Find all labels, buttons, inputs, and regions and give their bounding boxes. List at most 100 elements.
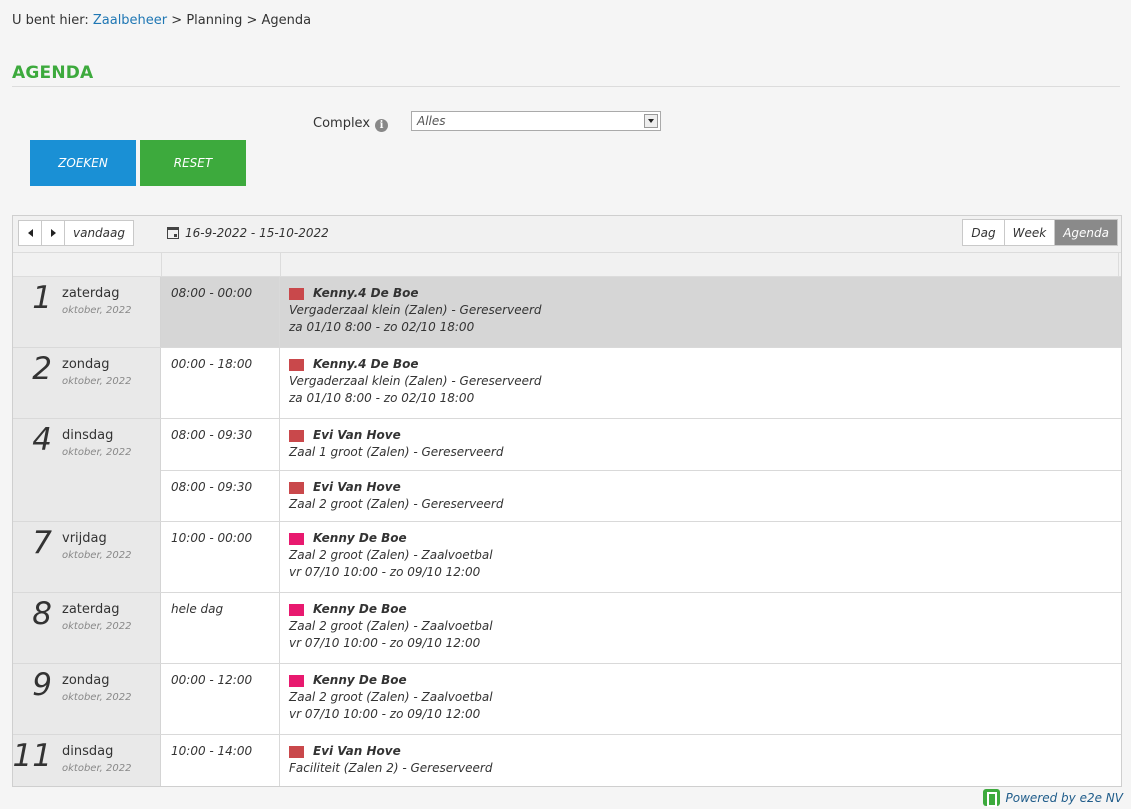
calendar-icon: [167, 227, 179, 239]
day-cell: 4 dinsdag oktober, 2022: [13, 419, 161, 521]
event-title[interactable]: Kenny De Boe: [313, 672, 407, 689]
event-title-row: Evi Van Hove: [289, 743, 492, 760]
event-title[interactable]: Kenny.4 De Boe: [313, 356, 418, 373]
event-time: 08:00 - 00:00: [161, 277, 280, 347]
complex-select[interactable]: Alles: [411, 111, 661, 131]
agenda-event[interactable]: 00:00 - 18:00 Kenny.4 De Boe Vergaderzaal …: [161, 348, 1121, 418]
event-range: vr 07/10 10:00 - zo 09/10 12:00: [289, 565, 481, 579]
title-divider: [12, 86, 1120, 87]
agenda-event[interactable]: 08:00 - 00:00 Kenny.4 De Boe Vergaderzaal …: [161, 277, 1121, 347]
agenda-event[interactable]: 10:00 - 14:00 Evi Van Hove Faciliteit (Zal…: [161, 735, 1121, 786]
breadcrumb-link-zaalbeheer[interactable]: Zaalbeheer: [93, 13, 167, 28]
info-icon[interactable]: i: [375, 119, 389, 132]
chevron-down-icon[interactable]: [644, 114, 658, 128]
view-day-button[interactable]: Dag: [963, 220, 1004, 245]
day-number: 9: [32, 667, 52, 703]
event-title-row: Kenny.4 De Boe: [289, 356, 542, 373]
event-time: 10:00 - 00:00: [161, 522, 280, 592]
event-title[interactable]: Kenny De Boe: [313, 530, 407, 547]
arrow-right-icon: [50, 229, 56, 237]
agenda-event[interactable]: 00:00 - 12:00 Kenny De Boe Zaal 2 groot (Z…: [161, 664, 1121, 734]
event-description: Zaal 2 groot (Zalen) - Gereserveerd: [289, 497, 504, 511]
complex-label-text: Complex: [313, 116, 371, 131]
event-detail: Kenny De Boe Zaal 2 groot (Zalen) - Zaalv…: [280, 664, 493, 734]
day-weekday: zaterdag: [62, 602, 120, 617]
day-weekday: zondag: [62, 357, 110, 372]
event-title[interactable]: Kenny De Boe: [313, 601, 407, 618]
event-time: 00:00 - 18:00: [161, 348, 280, 418]
breadcrumb-item-planning: Planning: [186, 13, 243, 28]
event-color-swatch: [289, 481, 304, 494]
view-week-button[interactable]: Week: [1003, 220, 1055, 245]
event-title-row: Evi Van Hove: [289, 427, 503, 444]
event-description: Zaal 2 groot (Zalen) - Zaalvoetbal: [289, 548, 493, 562]
event-description: Vergaderzaal klein (Zalen) - Gereserveer…: [289, 374, 542, 388]
event-title[interactable]: Evi Van Hove: [313, 427, 401, 444]
day-cell: 7 vrijdag oktober, 2022: [13, 522, 161, 592]
complex-label: Complex i: [313, 116, 389, 132]
breadcrumb-prefix: U bent hier:: [12, 13, 89, 28]
day-cell: 9 zondag oktober, 2022: [13, 664, 161, 734]
agenda-day: 11 dinsdag oktober, 2022 10:00 - 14:00 Evi V…: [13, 735, 1121, 786]
agenda-body: 1 zaterdag oktober, 2022 08:00 - 00:00 Kenny…: [13, 277, 1121, 786]
agenda-day: 9 zondag oktober, 2022 00:00 - 12:00 Kenny D…: [13, 664, 1121, 735]
view-agenda-button[interactable]: Agenda: [1054, 220, 1117, 245]
agenda-column-header: [13, 253, 1121, 277]
powered-by-text[interactable]: Powered by e2e NV: [1006, 791, 1123, 805]
event-detail: Evi Van Hove Faciliteit (Zalen 2) - Geres…: [280, 735, 492, 786]
event-detail: Evi Van Hove Zaal 1 groot (Zalen) - Geres…: [280, 419, 503, 470]
event-time: 08:00 - 09:30: [161, 419, 280, 470]
day-month: oktober, 2022: [62, 305, 132, 316]
today-button[interactable]: vandaag: [65, 221, 133, 245]
complex-select-value: Alles: [417, 114, 446, 128]
event-color-swatch: [289, 532, 304, 545]
prev-button[interactable]: [19, 221, 42, 245]
day-cell: 11 dinsdag oktober, 2022: [13, 735, 161, 786]
event-title-row: Kenny De Boe: [289, 672, 493, 689]
agenda-event[interactable]: 10:00 - 00:00 Kenny De Boe Zaal 2 groot (Z…: [161, 522, 1121, 592]
agenda-day: 4 dinsdag oktober, 2022 08:00 - 09:30 Evi Va…: [13, 419, 1121, 522]
event-description: Zaal 1 groot (Zalen) - Gereserveerd: [289, 445, 504, 459]
agenda-event[interactable]: 08:00 - 09:30 Evi Van Hove Zaal 1 groot (Z…: [161, 419, 1121, 470]
agenda-day: 2 zondag oktober, 2022 00:00 - 18:00 Kenny.4…: [13, 348, 1121, 419]
day-cell: 8 zaterdag oktober, 2022: [13, 593, 161, 663]
event-color-swatch: [289, 429, 304, 442]
event-description: Faciliteit (Zalen 2) - Gereserveerd: [289, 761, 493, 775]
event-color-swatch: [289, 674, 304, 687]
event-time: 08:00 - 09:30: [161, 471, 280, 521]
day-month: oktober, 2022: [62, 376, 132, 387]
day-month: oktober, 2022: [62, 763, 132, 774]
search-button[interactable]: ZOEKEN: [30, 140, 136, 186]
day-weekday: zondag: [62, 673, 110, 688]
agenda-event[interactable]: 08:00 - 09:30 Evi Van Hove Zaal 2 groot (Z…: [161, 470, 1121, 521]
event-time: 00:00 - 12:00: [161, 664, 280, 734]
event-range: za 01/10 8:00 - zo 02/10 18:00: [289, 320, 475, 334]
date-range: 16-9-2022 - 15-10-2022: [167, 226, 329, 240]
date-range-text: 16-9-2022 - 15-10-2022: [185, 226, 329, 240]
agenda-event[interactable]: hele dag Kenny De Boe Zaal 2 groot (Zalen)…: [161, 593, 1121, 663]
day-number: 8: [32, 596, 52, 632]
breadcrumb-separator: >: [246, 13, 258, 28]
event-color-swatch: [289, 745, 304, 758]
event-detail: Kenny.4 De Boe Vergaderzaal klein (Zalen)…: [280, 348, 542, 418]
event-range: za 01/10 8:00 - zo 02/10 18:00: [289, 391, 475, 405]
event-range: vr 07/10 10:00 - zo 09/10 12:00: [289, 707, 481, 721]
calendar-toolbar: vandaag 16-9-2022 - 15-10-2022 Dag Week …: [13, 216, 1121, 253]
event-description: Vergaderzaal klein (Zalen) - Gereserveer…: [289, 303, 542, 317]
arrow-left-icon: [27, 229, 33, 237]
event-color-swatch: [289, 603, 304, 616]
event-detail: Kenny De Boe Zaal 2 groot (Zalen) - Zaalv…: [280, 593, 493, 663]
e2e-logo-icon: [982, 789, 1000, 807]
day-number: 7: [32, 525, 52, 561]
event-description: Zaal 2 groot (Zalen) - Zaalvoetbal: [289, 690, 493, 704]
reset-button[interactable]: RESET: [140, 140, 246, 186]
event-title[interactable]: Evi Van Hove: [313, 479, 401, 496]
day-number: 11: [12, 738, 52, 774]
agenda-calendar: vandaag 16-9-2022 - 15-10-2022 Dag Week …: [12, 215, 1122, 787]
day-month: oktober, 2022: [62, 621, 132, 632]
day-month: oktober, 2022: [62, 447, 132, 458]
day-number: 1: [32, 280, 52, 316]
next-button[interactable]: [42, 221, 65, 245]
event-title[interactable]: Evi Van Hove: [313, 743, 401, 760]
event-title[interactable]: Kenny.4 De Boe: [313, 285, 418, 302]
